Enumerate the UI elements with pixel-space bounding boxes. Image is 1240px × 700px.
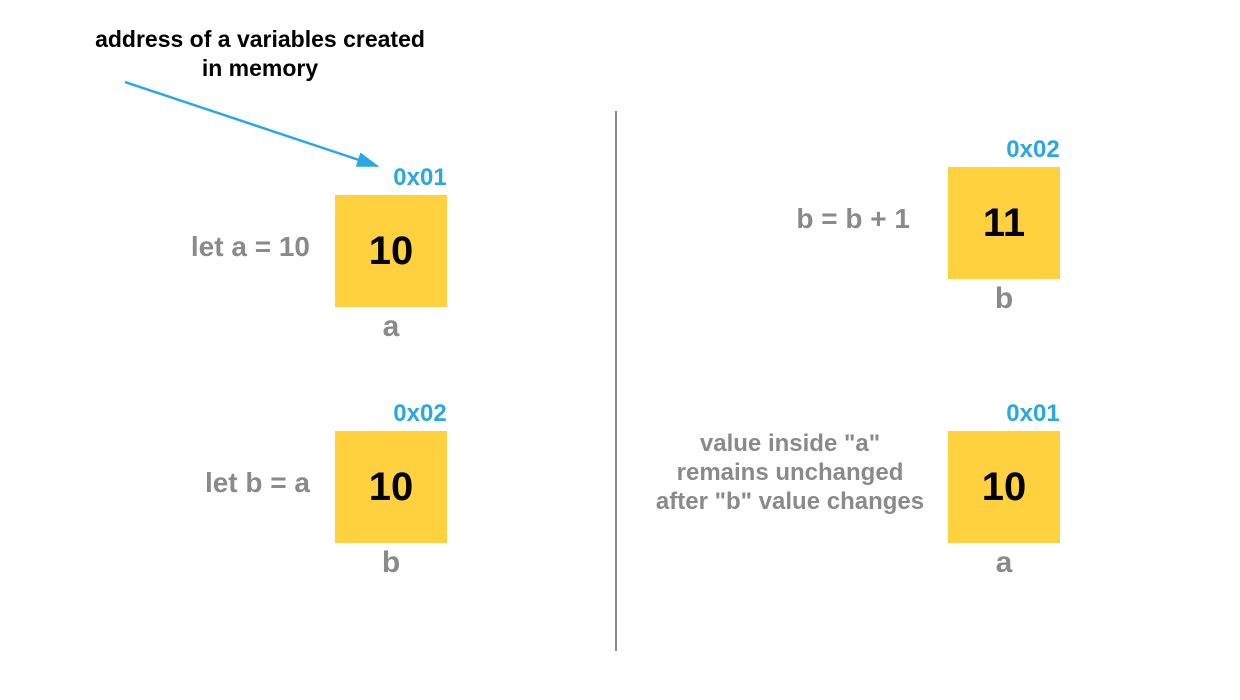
- note-line-1: value inside "a": [700, 430, 880, 457]
- memory-value-b-left: 10: [369, 465, 414, 510]
- address-label-b-left: 0x02: [380, 400, 460, 428]
- memory-value-a-right: 10: [982, 465, 1027, 510]
- var-name-a: a: [335, 310, 447, 344]
- note-a-unchanged: value inside "a" remains unchanged after…: [640, 430, 940, 516]
- note-line-3: after "b" value changes: [656, 488, 924, 515]
- vertical-divider: [615, 111, 617, 651]
- memory-value-b-right: 11: [983, 201, 1025, 246]
- var-name-b-right: b: [948, 282, 1060, 316]
- code-let-a: let a = 10: [100, 230, 310, 264]
- arrow-to-address: [0, 0, 620, 300]
- var-name-b-left: b: [335, 546, 447, 580]
- var-name-a-right: a: [948, 546, 1060, 580]
- address-label-a-right: 0x01: [993, 400, 1073, 428]
- note-line-2: remains unchanged: [677, 459, 904, 486]
- memory-box-a-right: 10: [948, 431, 1060, 543]
- memory-box-b-right: 11: [948, 167, 1060, 279]
- address-label-a: 0x01: [380, 164, 460, 192]
- memory-value-a: 10: [369, 229, 414, 274]
- memory-box-b-left: 10: [335, 431, 447, 543]
- code-let-b: let b = a: [100, 466, 310, 500]
- code-b-plus-1: b = b + 1: [700, 202, 910, 236]
- memory-box-a: 10: [335, 195, 447, 307]
- address-label-b-right: 0x02: [993, 136, 1073, 164]
